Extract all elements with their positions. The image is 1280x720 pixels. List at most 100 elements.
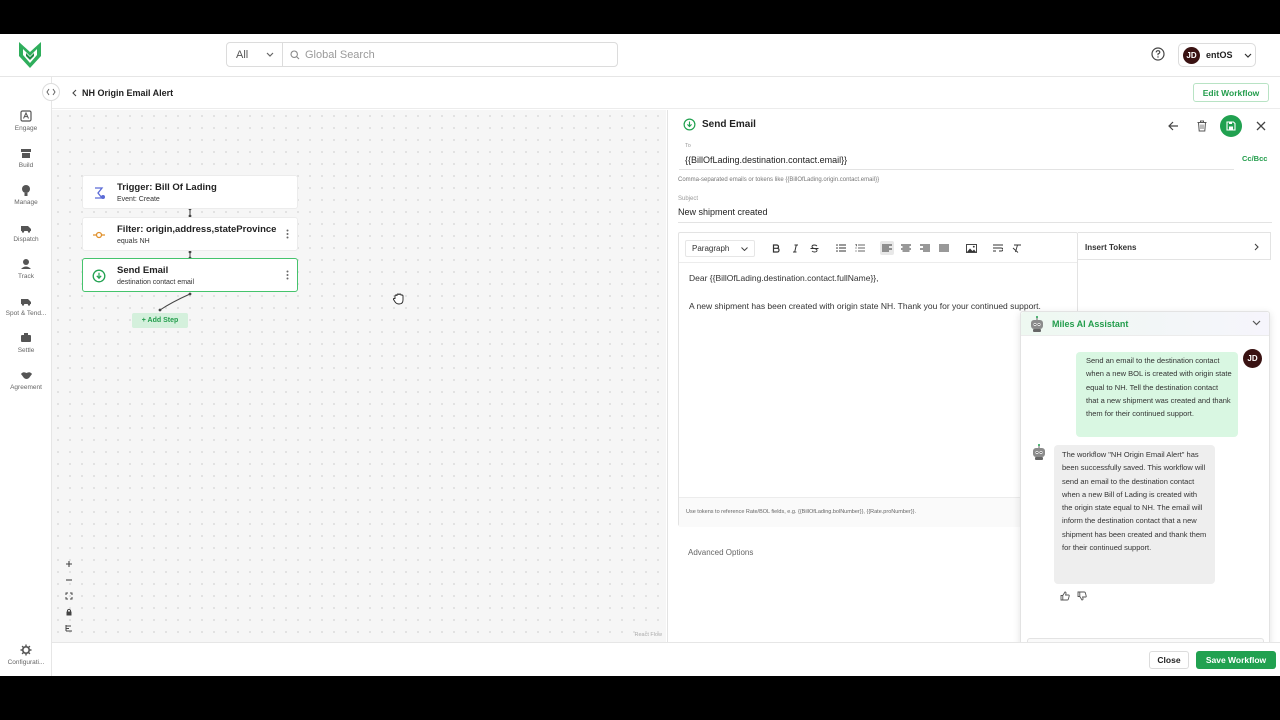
add-step-button[interactable]: + Add Step [132,313,188,328]
thumbs-down-icon[interactable] [1077,591,1087,601]
robot-icon [1031,316,1043,332]
block-format-select[interactable]: Paragraph [685,240,755,257]
robot-icon [1033,444,1045,460]
react-flow-attribution[interactable]: React Flow [634,632,662,638]
close-button[interactable]: Close [1149,651,1189,669]
search-scope-value: All [236,48,249,61]
sidebar-item-settle[interactable]: Settle [0,332,52,354]
to-field[interactable]: {{BillOfLading.destination.contact.email… [679,150,1234,170]
filter-node[interactable]: Filter: origin,address,stateProvince equ… [82,217,298,251]
workflow-canvas[interactable]: Trigger: Bill Of Lading Event: Create Fi… [52,110,666,642]
send-email-node[interactable]: Send Email destination contact email [82,258,298,292]
zoom-in-button[interactable] [62,556,76,572]
lock-button[interactable] [62,604,76,620]
advanced-options-toggle[interactable]: Advanced Options [688,548,753,557]
zoom-controls [62,556,76,636]
help-icon[interactable] [1151,47,1165,61]
sidebar-item-label: Dispatch [13,236,39,243]
agreement-icon [20,372,32,379]
align-right-button[interactable] [918,241,932,255]
save-workflow-button[interactable]: Save Workflow [1196,651,1276,669]
back-arrow-icon[interactable] [1168,121,1179,131]
lock-icon [66,608,72,616]
sidebar-item-agreement[interactable]: Agreement [0,369,52,391]
email-body-greeting: Dear {{BillOfLading.destination.contact.… [689,273,879,283]
clear-format-button[interactable] [1010,241,1024,255]
build-icon [21,149,31,158]
subject-field[interactable]: New shipment created [678,207,1272,223]
sidebar-item-spot-tender[interactable]: Spot & Tend... [0,295,52,317]
trash-icon[interactable] [1197,120,1207,132]
fit-view-button[interactable] [62,588,76,604]
chevron-down-icon [741,246,748,251]
minus-icon [66,579,72,581]
align-justify-button[interactable] [937,241,951,255]
sidebar-item-dispatch[interactable]: Dispatch [0,221,52,243]
spot-tender-icon [21,299,31,306]
settle-icon [21,333,31,342]
layout-icon [65,625,72,632]
align-center-icon [901,244,911,252]
align-center-button[interactable] [899,241,913,255]
assistant-header[interactable]: Miles AI Assistant [1021,312,1269,336]
node-title: Trigger: Bill Of Lading [117,182,217,193]
sidebar-item-engage[interactable]: Engage [0,110,52,132]
brand-logo-icon[interactable] [17,40,43,70]
zoom-out-button[interactable] [62,572,76,588]
chevron-down-icon [1244,53,1251,58]
sidebar-item-configuration[interactable]: Configurati... [0,644,52,666]
clear-format-icon [1012,244,1021,253]
text-wrap-icon [993,244,1003,252]
editor-toolbar: Paragraph [679,233,1077,263]
more-vertical-icon[interactable] [286,270,289,280]
sidebar-item-track[interactable]: Track [0,258,52,280]
insert-tokens-label: Insert Tokens [1085,243,1137,252]
code-brackets-icon [46,88,56,96]
thumbs-up-icon[interactable] [1060,591,1070,601]
sidebar-item-manage[interactable]: Manage [0,184,52,206]
email-body-message: A new shipment has been created with ori… [689,300,1041,311]
hand-cursor-icon [392,293,404,305]
node-title: Send Email [117,265,169,276]
more-vertical-icon[interactable] [286,229,289,239]
gear-icon [20,644,32,656]
strikethrough-button[interactable] [807,241,821,255]
node-subtitle: Event: Create [117,196,160,203]
search-icon [290,49,300,59]
assistant-message-bubble: The workflow "NH Origin Email Alert" has… [1054,445,1215,584]
search-input[interactable] [305,48,605,61]
chevron-down-icon[interactable] [1252,320,1261,326]
search-scope-select[interactable]: All [227,43,283,66]
bullet-list-button[interactable] [834,241,848,255]
assistant-title: Miles AI Assistant [1052,319,1129,329]
trigger-icon [95,187,105,199]
editor-hint: Use tokens to reference Rate/BOL fields,… [679,497,1077,527]
to-hint: Comma-separated emails or tokens like {{… [678,177,880,183]
sidebar-item-label: Settle [17,347,35,354]
sidebar-item-build[interactable]: Build [0,147,52,169]
trigger-node[interactable]: Trigger: Bill Of Lading Event: Create [82,175,298,209]
insert-tokens-header[interactable]: Insert Tokens [1078,232,1271,260]
align-left-button[interactable] [880,241,894,255]
email-body-content[interactable]: Dear {{BillOfLading.destination.contact.… [689,272,1069,327]
save-step-button[interactable] [1220,115,1242,137]
align-right-icon [920,244,930,252]
strikethrough-icon [810,244,818,252]
sidebar-collapse-toggle[interactable] [42,83,60,101]
user-menu[interactable]: JD entOS [1178,43,1256,67]
insert-image-button[interactable] [964,241,978,255]
italic-button[interactable] [788,241,802,255]
cc-bcc-link[interactable]: Cc/Bcc [1242,154,1267,163]
user-name: entOS [1206,50,1233,60]
edit-workflow-button[interactable]: Edit Workflow [1193,83,1269,102]
sidebar-item-label: Configurati... [7,659,45,666]
breadcrumb[interactable]: NH Origin Email Alert [72,88,173,98]
layout-button[interactable] [62,620,76,636]
search-box [283,48,617,61]
sidebar-item-label: Engage [14,125,38,132]
bold-button[interactable] [769,241,783,255]
sidebar: Engage Build Manage Dispatch Track Spot … [0,77,52,676]
numbered-list-button[interactable] [853,241,867,255]
close-icon[interactable] [1256,121,1266,131]
text-wrap-button[interactable] [991,241,1005,255]
